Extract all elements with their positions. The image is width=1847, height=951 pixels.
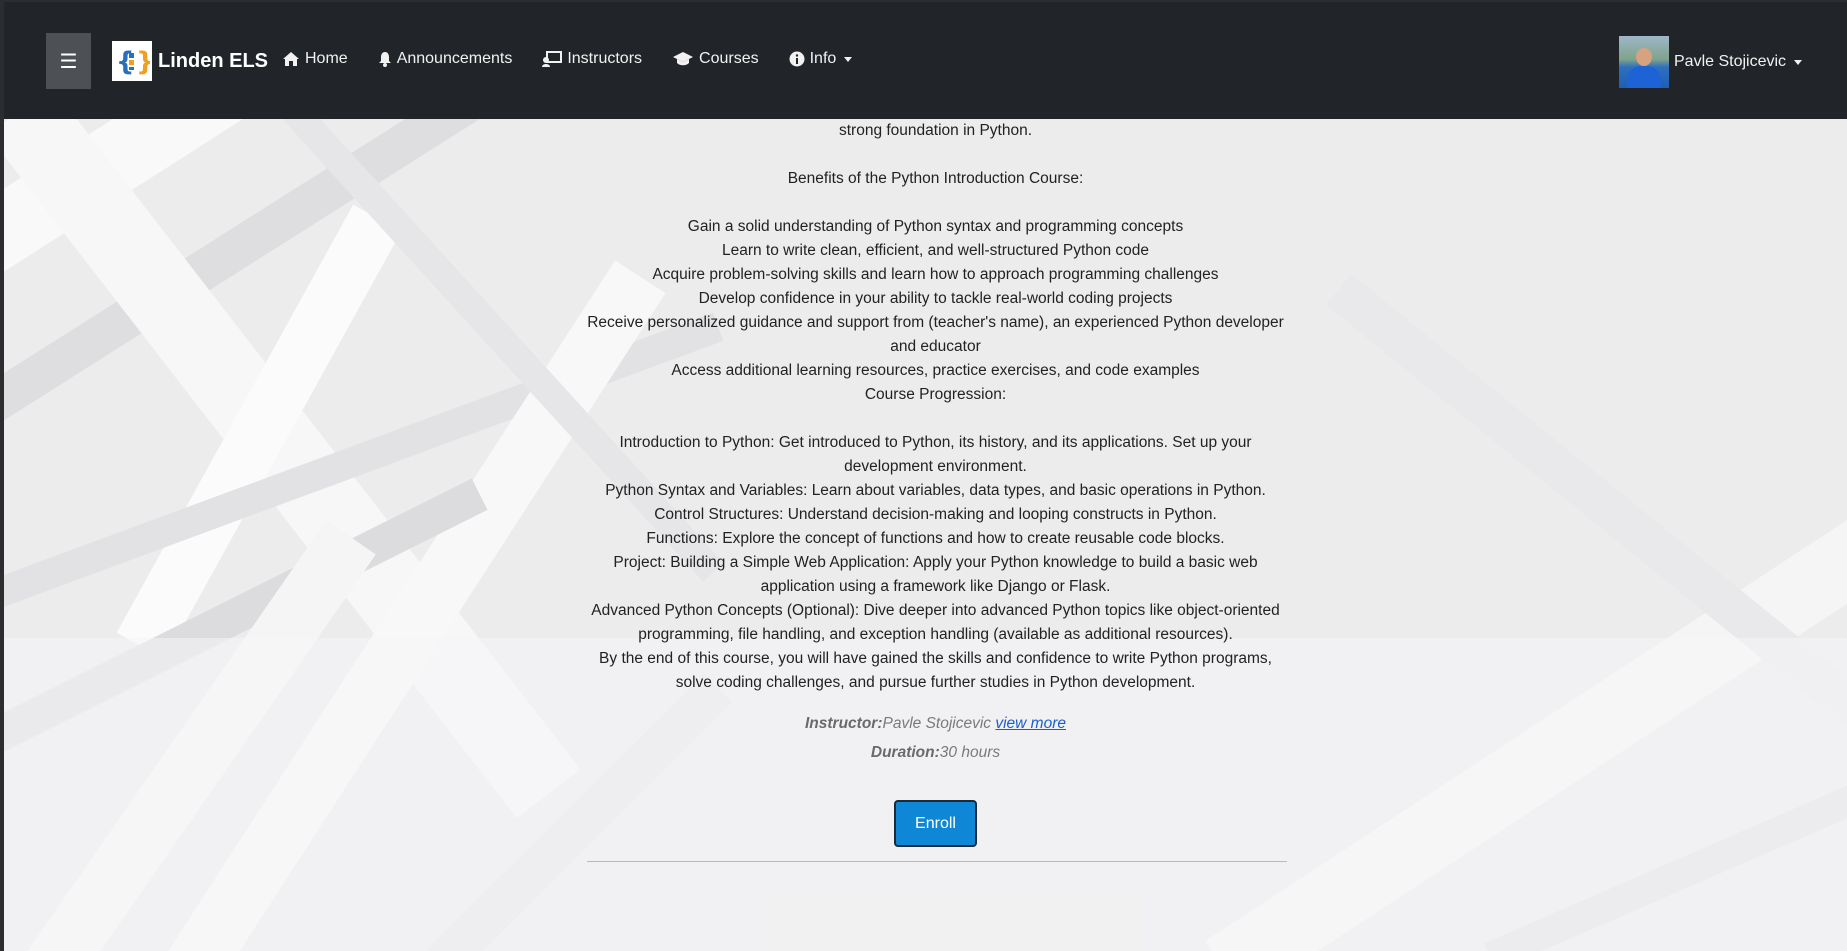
nav-announcements[interactable]: Announcements xyxy=(378,50,513,68)
nav-courses-label: Courses xyxy=(699,50,759,67)
app-window: ☰ { } Linden ELS Home xyxy=(4,2,1847,951)
benefit-item: Acquire problem-solving skills and learn… xyxy=(652,266,1219,283)
nav-announcements-label: Announcements xyxy=(396,50,513,67)
teacher-icon xyxy=(542,51,563,67)
chevron-down-icon xyxy=(844,56,853,62)
benefit-item: Gain a solid understanding of Python syn… xyxy=(687,218,1184,235)
brand-name: Linden ELS xyxy=(158,49,268,72)
duration-label: Duration: xyxy=(870,744,940,761)
instructor-row: Instructor:Pavle Stojicevic view more xyxy=(584,709,1287,738)
user-menu-dropdown[interactable]: Pavle Stojicevic xyxy=(1619,36,1803,88)
section-heading: Course Progression: xyxy=(864,386,1007,403)
nav-home-label: Home xyxy=(305,50,348,67)
top-navbar: ☰ { } Linden ELS Home xyxy=(4,2,1847,119)
chevron-down-icon xyxy=(1794,59,1803,65)
logo-icon: { } xyxy=(112,41,152,81)
progression-item: Project: Building a Simple Web Applicati… xyxy=(613,554,1258,595)
graduation-cap-icon xyxy=(672,51,694,67)
benefit-item: Develop confidence in your ability to ta… xyxy=(698,290,1173,307)
text-line: Benefits of the Python Introduction Cour… xyxy=(787,170,1084,187)
duration-row: Duration:30 hours xyxy=(584,738,1287,767)
nav-instructors-label: Instructors xyxy=(567,50,643,67)
progression-item: Control Structures: Understand decision-… xyxy=(654,506,1217,523)
nav-instructors[interactable]: Instructors xyxy=(542,50,642,68)
brand-link[interactable]: { } Linden ELS xyxy=(112,41,268,81)
svg-text:}: } xyxy=(136,47,150,77)
instructor-name: Pavle Stojicevic xyxy=(882,715,992,732)
benefit-item: Access additional learning resources, pr… xyxy=(671,362,1200,379)
divider xyxy=(587,861,1287,862)
benefit-item: Receive personalized guidance and suppor… xyxy=(587,314,1284,355)
avatar xyxy=(1619,36,1669,88)
user-name: Pavle Stojicevic xyxy=(1674,53,1787,70)
nav-courses[interactable]: Courses xyxy=(672,50,759,68)
progression-item: Advanced Python Concepts (Optional): Div… xyxy=(591,602,1280,643)
info-icon xyxy=(789,51,805,67)
nav-info-dropdown[interactable]: Info xyxy=(789,50,853,68)
nav-links: Home Announcements Instructors Courses I… xyxy=(282,50,882,68)
view-more-link[interactable]: view more xyxy=(995,715,1066,732)
text-line: strong foundation in Python. xyxy=(838,122,1033,139)
nav-home[interactable]: Home xyxy=(282,50,348,68)
enroll-button[interactable]: Enroll xyxy=(894,800,977,847)
closing-text: By the end of this course, you will have… xyxy=(599,650,1272,691)
home-icon xyxy=(282,51,300,67)
progression-item: Introduction to Python: Get introduced t… xyxy=(619,434,1252,475)
nav-info-label: Info xyxy=(809,50,837,67)
course-description: strong foundation in Python. Benefits of… xyxy=(584,119,1287,847)
instructor-label: Instructor: xyxy=(805,715,883,732)
benefit-item: Learn to write clean, efficient, and wel… xyxy=(721,242,1150,259)
progression-item: Functions: Explore the concept of functi… xyxy=(646,530,1225,547)
hamburger-icon: ☰ xyxy=(59,50,78,73)
course-meta: Instructor:Pavle Stojicevic view more Du… xyxy=(584,709,1287,767)
bell-icon xyxy=(378,51,392,67)
duration-value: 30 hours xyxy=(939,744,1001,761)
menu-toggle-button[interactable]: ☰ xyxy=(46,33,91,89)
progression-item: Python Syntax and Variables: Learn about… xyxy=(605,482,1266,499)
